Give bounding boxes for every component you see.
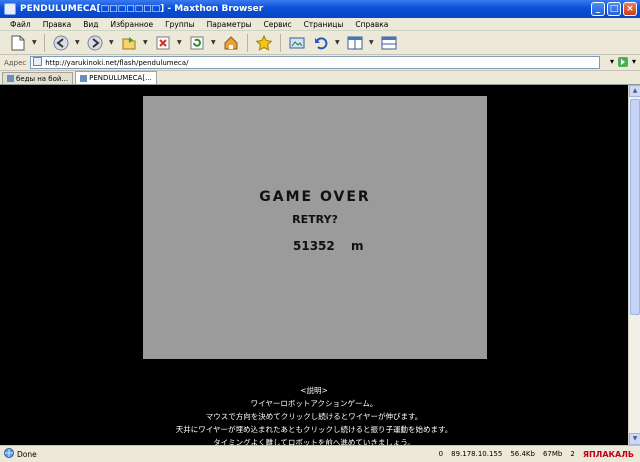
chevron-down-icon[interactable]: ▼	[369, 39, 375, 46]
layout-icon[interactable]	[379, 33, 399, 53]
toolbar-separator	[44, 33, 45, 52]
description-line: タイミングよく離してロボットを前へ進めていきましょう。	[213, 438, 415, 445]
chevron-down-icon[interactable]: ▼	[177, 39, 183, 46]
tab-2[interactable]: PENDULUMECA[...	[75, 71, 157, 84]
chevron-down-icon[interactable]: ▼	[75, 39, 81, 46]
menu-tools[interactable]: Сервис	[258, 20, 298, 29]
chevron-down-icon[interactable]: ▼	[335, 39, 341, 46]
stop-icon[interactable]	[153, 33, 173, 53]
tabs-count: 2	[570, 450, 575, 458]
toolbar-separator	[280, 33, 281, 52]
window-title: PENDULUMECA[□□□□□□□] - Maxthon Browser	[20, 4, 264, 14]
menu-groups[interactable]: Группы	[159, 20, 201, 29]
tab-1[interactable]: беды на бой...	[2, 72, 74, 84]
menu-edit[interactable]: Правка	[37, 20, 78, 29]
status-left: Done	[4, 448, 439, 460]
toolbar: ▼ ▼ ▼ ▼ ▼ ▼ ▼ ▼	[0, 31, 640, 55]
split-icon[interactable]	[345, 33, 365, 53]
chevron-down-icon[interactable]: ▼	[109, 39, 115, 46]
status-bar: Done 0 89.178.10.155 56.4Kb 67Mb 2 ЯПЛАК…	[0, 445, 640, 462]
page-icon	[80, 74, 88, 82]
description-line: ワイヤーロボットアクションゲーム。	[250, 399, 378, 408]
menu-options[interactable]: Параметры	[201, 20, 258, 29]
memory-usage: 67Mb	[542, 450, 563, 458]
toolbar-separator	[247, 33, 248, 52]
popup-count: 0	[438, 450, 444, 458]
scroll-down-icon[interactable]: ▼	[629, 433, 640, 445]
description-heading: <説明>	[300, 386, 328, 395]
undo-icon[interactable]	[311, 33, 331, 53]
ip-address: 89.178.10.155	[451, 450, 503, 458]
scroll-up-icon[interactable]: ▲	[629, 85, 640, 97]
page-icon	[33, 57, 43, 68]
address-label: Адрес	[4, 58, 27, 67]
minimize-button[interactable]: _	[591, 2, 605, 16]
description-line: 天井にワイヤーが埋め込まれたあともクリックし続けると振り子運動を始めます。	[175, 425, 453, 434]
maximize-button[interactable]: □	[607, 2, 621, 16]
menu-view[interactable]: Вид	[77, 20, 104, 29]
retry-button[interactable]: RETRY?	[143, 213, 487, 226]
menu-help[interactable]: Справка	[349, 20, 394, 29]
chevron-down-icon[interactable]: ▾	[632, 57, 636, 69]
web-content: GAME OVER RETRY? 51352 m <説明> ワイヤーロボットアク…	[0, 85, 628, 445]
refresh-icon[interactable]	[187, 33, 207, 53]
menu-bar: Файл Правка Вид Избранное Группы Парамет…	[0, 18, 640, 31]
window-controls: _ □ ×	[591, 2, 637, 16]
title-bar: PENDULUMECA[□□□□□□□] - Maxthon Browser _…	[0, 0, 640, 18]
open-icon[interactable]	[119, 33, 139, 53]
back-icon[interactable]	[51, 33, 71, 53]
scrollbar-thumb[interactable]	[630, 99, 640, 315]
screen-icon[interactable]	[287, 33, 307, 53]
app-icon	[4, 3, 16, 15]
page-size: 56.4Kb	[510, 450, 535, 458]
globe-icon	[4, 448, 14, 460]
watermark-logo: ЯПЛАКАЛЬ	[582, 449, 634, 459]
home-icon[interactable]	[221, 33, 241, 53]
address-url: http://yarukinoki.net/flash/pendulumeca/	[45, 58, 189, 67]
close-button[interactable]: ×	[623, 2, 637, 16]
game-over-title: GAME OVER	[259, 189, 371, 205]
description-line: マウスで方向を決めてクリックし続けるとワイヤーが伸びます。	[205, 412, 423, 421]
chevron-down-icon[interactable]: ▼	[211, 39, 217, 46]
chevron-down-icon[interactable]: ▼	[143, 39, 149, 46]
status-text: Done	[17, 449, 37, 459]
game-description: <説明> ワイヤーロボットアクションゲーム。 マウスで方向を決めてクリックし続け…	[0, 384, 628, 445]
vertical-scrollbar[interactable]: ▲ ▼	[628, 85, 640, 445]
address-input[interactable]: http://yarukinoki.net/flash/pendulumeca/	[30, 56, 600, 69]
status-right: 0 89.178.10.155 56.4Kb 67Mb 2 ЯПЛАКАЛЬ	[439, 450, 640, 459]
page-icon	[7, 75, 14, 82]
tab-label: беды на бой...	[16, 74, 69, 83]
menu-file[interactable]: Файл	[4, 20, 37, 29]
new-page-icon[interactable]	[8, 33, 28, 53]
score-unit: m	[351, 239, 364, 253]
address-controls: ▾ ▾	[610, 57, 636, 69]
score-value: 51352	[293, 239, 335, 253]
forward-icon[interactable]	[85, 33, 105, 53]
chevron-down-icon[interactable]: ▼	[32, 39, 38, 46]
go-icon[interactable]	[617, 57, 628, 69]
address-bar: Адрес http://yarukinoki.net/flash/pendul…	[0, 55, 640, 71]
menu-favorites[interactable]: Избранное	[105, 20, 160, 29]
tab-label: PENDULUMECA[...	[89, 74, 152, 82]
game-panel[interactable]: GAME OVER RETRY? 51352 m	[143, 96, 487, 359]
tab-bar: беды на бой... PENDULUMECA[...	[0, 71, 640, 85]
chevron-down-icon[interactable]: ▾	[610, 57, 614, 69]
favorites-star-icon[interactable]	[254, 33, 274, 53]
menu-pages[interactable]: Страницы	[298, 20, 350, 29]
